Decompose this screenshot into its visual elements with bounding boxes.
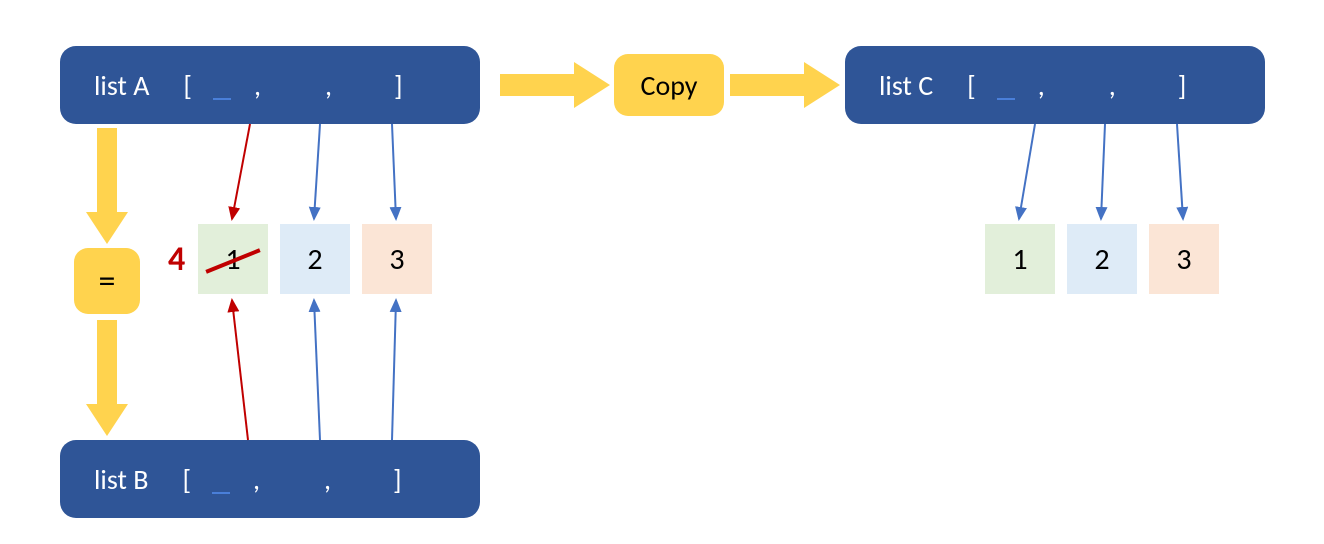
shared-cell-1: 1 — [198, 224, 268, 294]
list-b-slot-3 — [335, 462, 391, 497]
list-c-slot-2 — [1049, 68, 1105, 103]
yellow-arrow-right-icon — [730, 58, 840, 112]
list-c-label: list C — [879, 68, 933, 103]
list-b-close: ] — [393, 462, 402, 497]
copy-op: Copy — [614, 54, 724, 116]
list-c-box: list C [ , , ] — [845, 46, 1265, 124]
list-b-sep-1: , — [253, 462, 260, 497]
list-c-open: [ — [967, 68, 976, 103]
list-c-slot-1 — [978, 68, 1034, 103]
yellow-arrow-a-equals-icon — [86, 128, 128, 244]
list-a-close: ] — [394, 68, 403, 103]
shared-cell-2: 2 — [280, 224, 350, 294]
list-a-label: list A — [94, 68, 149, 103]
list-a-slot-3 — [336, 68, 392, 103]
list-a-slot-2 — [265, 68, 321, 103]
copy-cell-3: 3 — [1149, 224, 1219, 294]
list-a-sep-2: , — [325, 68, 332, 103]
list-a-box: list A [ , , ] — [60, 46, 480, 124]
list-b-box: list B [ , , ] — [60, 440, 480, 518]
list-c-close: ] — [1178, 68, 1187, 103]
copy-cell-2: 2 — [1067, 224, 1137, 294]
yellow-arrow-equals-b-icon — [86, 320, 128, 436]
list-b-slot-2 — [264, 462, 320, 497]
list-b-slot-1 — [193, 462, 249, 497]
shared-cell-3: 3 — [362, 224, 432, 294]
list-b-open: [ — [182, 462, 191, 497]
copy-cell-1: 1 — [985, 224, 1055, 294]
list-a-slot-1 — [194, 68, 250, 103]
equals-op: = — [74, 248, 140, 314]
shared-cell-1-new: 4 — [168, 239, 185, 280]
list-b-label: list B — [94, 462, 148, 497]
list-c-slot-3 — [1120, 68, 1176, 103]
list-c-sep-2: , — [1109, 68, 1116, 103]
shared-cell-1-old: 1 — [225, 241, 240, 278]
list-b-sep-2: , — [324, 462, 331, 497]
list-c-sep-1: , — [1038, 68, 1045, 103]
list-a-open: [ — [183, 68, 192, 103]
list-a-sep-1: , — [254, 68, 261, 103]
yellow-arrow-left-icon — [500, 58, 610, 112]
